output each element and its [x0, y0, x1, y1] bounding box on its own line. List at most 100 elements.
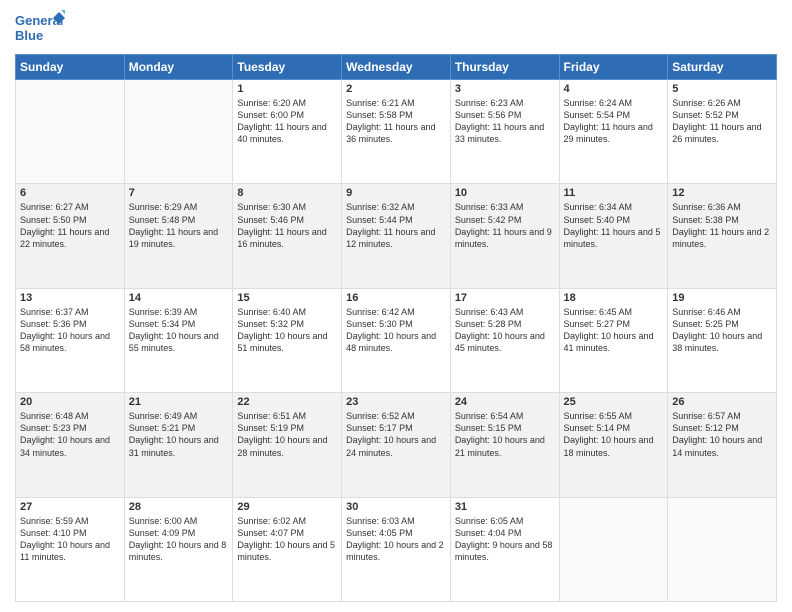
- day-number: 31: [455, 501, 555, 513]
- day-number: 13: [20, 292, 120, 304]
- calendar-cell: 19 Sunrise: 6:46 AM Sunset: 5:25 PM Dayli…: [668, 288, 777, 392]
- calendar-cell: [559, 497, 668, 601]
- day-info: Sunrise: 6:23 AM Sunset: 5:56 PM Dayligh…: [455, 97, 555, 146]
- day-number: 15: [237, 292, 337, 304]
- calendar-cell: 25 Sunrise: 6:55 AM Sunset: 5:14 PM Dayli…: [559, 393, 668, 497]
- calendar-cell: [124, 80, 233, 184]
- calendar-week-row: 1 Sunrise: 6:20 AM Sunset: 6:00 PM Daylig…: [16, 80, 777, 184]
- day-info: Sunrise: 6:21 AM Sunset: 5:58 PM Dayligh…: [346, 97, 446, 146]
- day-number: 16: [346, 292, 446, 304]
- day-info: Sunrise: 6:42 AM Sunset: 5:30 PM Dayligh…: [346, 306, 446, 355]
- day-number: 29: [237, 501, 337, 513]
- day-info: Sunrise: 6:03 AM Sunset: 4:05 PM Dayligh…: [346, 515, 446, 564]
- day-number: 18: [564, 292, 664, 304]
- weekday-header: Tuesday: [233, 55, 342, 80]
- calendar-week-row: 27Sunrise: 5:59 AM Sunset: 4:10 PM Dayli…: [16, 497, 777, 601]
- day-number: 1: [237, 83, 337, 95]
- day-info: Sunrise: 6:43 AM Sunset: 5:28 PM Dayligh…: [455, 306, 555, 355]
- day-number: 19: [672, 292, 772, 304]
- day-number: 9: [346, 187, 446, 199]
- day-number: 17: [455, 292, 555, 304]
- page: General Blue SundayMondayTuesdayWednesda…: [0, 0, 792, 612]
- day-number: 6: [20, 187, 120, 199]
- day-info: Sunrise: 6:20 AM Sunset: 6:00 PM Dayligh…: [237, 97, 337, 146]
- calendar-cell: 24 Sunrise: 6:54 AM Sunset: 5:15 PM Dayli…: [450, 393, 559, 497]
- day-info: Sunrise: 6:24 AM Sunset: 5:54 PM Dayligh…: [564, 97, 664, 146]
- calendar-cell: 21 Sunrise: 6:49 AM Sunset: 5:21 PM Dayli…: [124, 393, 233, 497]
- calendar-cell: 4 Sunrise: 6:24 AM Sunset: 5:54 PM Daylig…: [559, 80, 668, 184]
- day-number: 30: [346, 501, 446, 513]
- calendar-cell: 17 Sunrise: 6:43 AM Sunset: 5:28 PM Dayli…: [450, 288, 559, 392]
- day-number: 24: [455, 396, 555, 408]
- calendar-cell: 20 Sunrise: 6:48 AM Sunset: 5:23 PM Dayli…: [16, 393, 125, 497]
- day-number: 4: [564, 83, 664, 95]
- svg-text:Blue: Blue: [15, 28, 43, 43]
- day-number: 22: [237, 396, 337, 408]
- calendar-cell: 14 Sunrise: 6:39 AM Sunset: 5:34 PM Dayli…: [124, 288, 233, 392]
- day-number: 14: [129, 292, 229, 304]
- day-info: Sunrise: 6:34 AM Sunset: 5:40 PM Dayligh…: [564, 201, 664, 250]
- weekday-header: Friday: [559, 55, 668, 80]
- calendar-table: SundayMondayTuesdayWednesdayThursdayFrid…: [15, 54, 777, 602]
- header: General Blue: [15, 10, 777, 46]
- calendar-cell: 28Sunrise: 6:00 AM Sunset: 4:09 PM Dayli…: [124, 497, 233, 601]
- day-number: 8: [237, 187, 337, 199]
- day-number: 7: [129, 187, 229, 199]
- calendar-cell: 16 Sunrise: 6:42 AM Sunset: 5:30 PM Dayli…: [342, 288, 451, 392]
- calendar-cell: 10Sunrise: 6:33 AM Sunset: 5:42 PM Dayli…: [450, 184, 559, 288]
- day-info: Sunrise: 6:37 AM Sunset: 5:36 PM Dayligh…: [20, 306, 120, 355]
- calendar-cell: 23 Sunrise: 6:52 AM Sunset: 5:17 PM Dayli…: [342, 393, 451, 497]
- day-info: Sunrise: 6:52 AM Sunset: 5:17 PM Dayligh…: [346, 410, 446, 459]
- day-info: Sunrise: 6:45 AM Sunset: 5:27 PM Dayligh…: [564, 306, 664, 355]
- day-info: Sunrise: 6:40 AM Sunset: 5:32 PM Dayligh…: [237, 306, 337, 355]
- calendar-cell: 18 Sunrise: 6:45 AM Sunset: 5:27 PM Dayli…: [559, 288, 668, 392]
- day-info: Sunrise: 6:54 AM Sunset: 5:15 PM Dayligh…: [455, 410, 555, 459]
- day-info: Sunrise: 6:05 AM Sunset: 4:04 PM Dayligh…: [455, 515, 555, 564]
- day-info: Sunrise: 6:26 AM Sunset: 5:52 PM Dayligh…: [672, 97, 772, 146]
- calendar-cell: 15 Sunrise: 6:40 AM Sunset: 5:32 PM Dayli…: [233, 288, 342, 392]
- day-number: 3: [455, 83, 555, 95]
- weekday-header: Saturday: [668, 55, 777, 80]
- day-info: Sunrise: 6:00 AM Sunset: 4:09 PM Dayligh…: [129, 515, 229, 564]
- day-info: Sunrise: 6:57 AM Sunset: 5:12 PM Dayligh…: [672, 410, 772, 459]
- day-number: 21: [129, 396, 229, 408]
- day-info: Sunrise: 6:46 AM Sunset: 5:25 PM Dayligh…: [672, 306, 772, 355]
- calendar-cell: 3 Sunrise: 6:23 AM Sunset: 5:56 PM Daylig…: [450, 80, 559, 184]
- calendar-cell: [16, 80, 125, 184]
- day-info: Sunrise: 6:48 AM Sunset: 5:23 PM Dayligh…: [20, 410, 120, 459]
- weekday-header-row: SundayMondayTuesdayWednesdayThursdayFrid…: [16, 55, 777, 80]
- day-number: 23: [346, 396, 446, 408]
- calendar-cell: 12Sunrise: 6:36 AM Sunset: 5:38 PM Dayli…: [668, 184, 777, 288]
- calendar-cell: 8Sunrise: 6:30 AM Sunset: 5:46 PM Daylig…: [233, 184, 342, 288]
- day-info: Sunrise: 6:49 AM Sunset: 5:21 PM Dayligh…: [129, 410, 229, 459]
- calendar-cell: 7 Sunrise: 6:29 AM Sunset: 5:48 PM Daylig…: [124, 184, 233, 288]
- calendar-week-row: 6 Sunrise: 6:27 AM Sunset: 5:50 PM Daylig…: [16, 184, 777, 288]
- calendar-cell: 1 Sunrise: 6:20 AM Sunset: 6:00 PM Daylig…: [233, 80, 342, 184]
- day-number: 20: [20, 396, 120, 408]
- day-number: 12: [672, 187, 772, 199]
- calendar-cell: 6 Sunrise: 6:27 AM Sunset: 5:50 PM Daylig…: [16, 184, 125, 288]
- day-info: Sunrise: 6:02 AM Sunset: 4:07 PM Dayligh…: [237, 515, 337, 564]
- calendar-cell: 2 Sunrise: 6:21 AM Sunset: 5:58 PM Daylig…: [342, 80, 451, 184]
- calendar-cell: 30 Sunrise: 6:03 AM Sunset: 4:05 PM Dayli…: [342, 497, 451, 601]
- calendar-cell: 9 Sunrise: 6:32 AM Sunset: 5:44 PM Daylig…: [342, 184, 451, 288]
- calendar-cell: 13 Sunrise: 6:37 AM Sunset: 5:36 PM Dayli…: [16, 288, 125, 392]
- day-number: 11: [564, 187, 664, 199]
- day-info: Sunrise: 6:27 AM Sunset: 5:50 PM Dayligh…: [20, 201, 120, 250]
- day-number: 2: [346, 83, 446, 95]
- weekday-header: Monday: [124, 55, 233, 80]
- calendar-week-row: 20 Sunrise: 6:48 AM Sunset: 5:23 PM Dayli…: [16, 393, 777, 497]
- day-number: 27: [20, 501, 120, 513]
- day-number: 10: [455, 187, 555, 199]
- calendar-cell: [668, 497, 777, 601]
- day-number: 25: [564, 396, 664, 408]
- day-info: Sunrise: 6:55 AM Sunset: 5:14 PM Dayligh…: [564, 410, 664, 459]
- calendar-week-row: 13 Sunrise: 6:37 AM Sunset: 5:36 PM Dayli…: [16, 288, 777, 392]
- day-info: Sunrise: 6:39 AM Sunset: 5:34 PM Dayligh…: [129, 306, 229, 355]
- day-info: Sunrise: 6:51 AM Sunset: 5:19 PM Dayligh…: [237, 410, 337, 459]
- weekday-header: Sunday: [16, 55, 125, 80]
- calendar-cell: 26Sunrise: 6:57 AM Sunset: 5:12 PM Dayli…: [668, 393, 777, 497]
- day-info: Sunrise: 6:29 AM Sunset: 5:48 PM Dayligh…: [129, 201, 229, 250]
- day-info: Sunrise: 6:32 AM Sunset: 5:44 PM Dayligh…: [346, 201, 446, 250]
- logo-svg: General Blue: [15, 10, 65, 46]
